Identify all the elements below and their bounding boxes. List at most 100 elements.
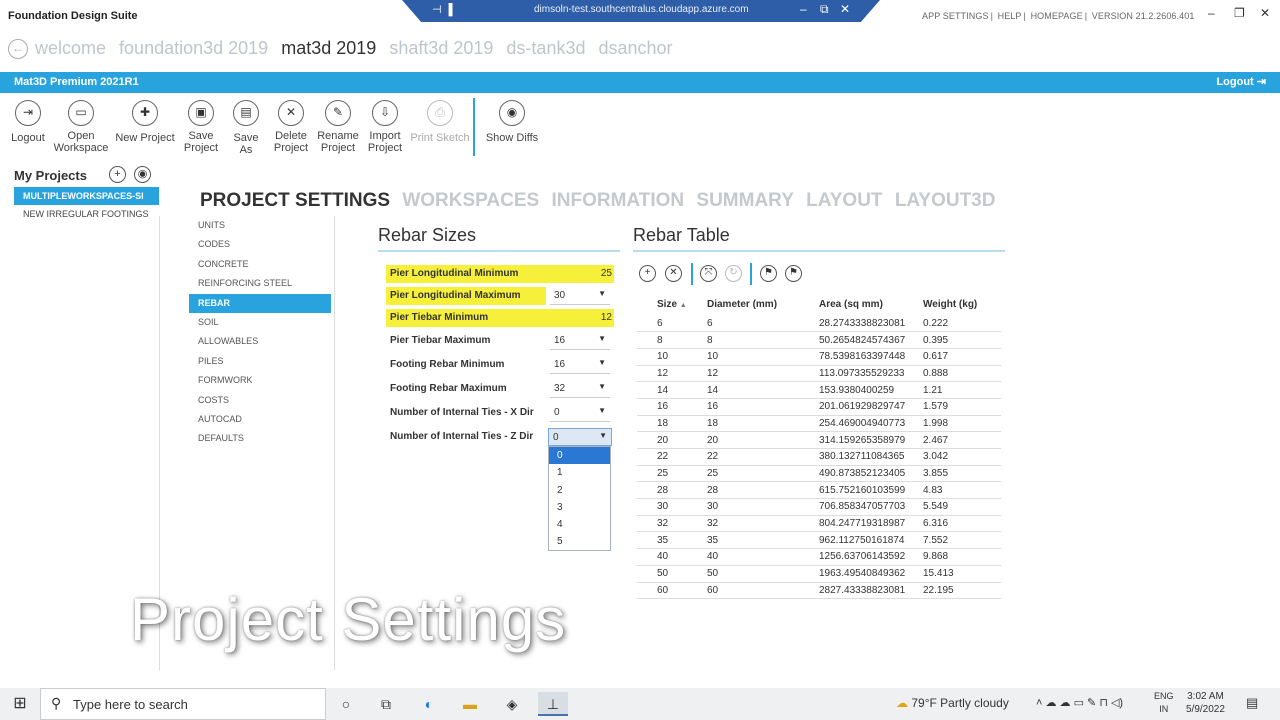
bookmark-right-icon[interactable]: ⚑: [785, 265, 802, 282]
table-row[interactable]: 14 14 153.9380400259 1.21: [637, 381, 1001, 399]
dropdown-option-0[interactable]: 0: [549, 447, 610, 465]
show-diffs-button[interactable]: ◉ Show Diffs: [484, 98, 540, 144]
view-icon[interactable]: ◉: [134, 166, 151, 183]
dropdown-option-4[interactable]: 4: [549, 516, 610, 533]
settings-item-costs[interactable]: COSTS: [189, 391, 331, 410]
settings-item-reinforcing-steel[interactable]: REINFORCING STEEL: [189, 274, 331, 293]
bookmark-left-icon[interactable]: ⚑: [760, 265, 777, 282]
table-row[interactable]: 12 12 113.097335529233 0.888: [637, 365, 1001, 383]
footing-rebar-maximum-dropdown[interactable]: 32 ▼: [550, 380, 610, 398]
table-row[interactable]: 18 18 254.469004940773 1.998: [637, 415, 1001, 433]
edge-browser-icon[interactable]: ◐: [417, 692, 441, 716]
settings-item-units[interactable]: UNITS: [189, 216, 331, 235]
back-arrow-icon[interactable]: ←: [8, 39, 28, 59]
notification-icon[interactable]: ▤: [1246, 695, 1258, 711]
add-icon[interactable]: +: [639, 265, 656, 282]
task-view-icon[interactable]: ⧉: [374, 692, 398, 716]
import-project-button[interactable]: ⇩ Import Project: [364, 98, 406, 154]
foundation-app-icon[interactable]: ⊥: [538, 692, 568, 716]
add-project-icon[interactable]: +: [109, 166, 126, 183]
settings-item-rebar[interactable]: REBAR: [189, 293, 331, 313]
app-tab-welcome[interactable]: welcome: [35, 38, 106, 58]
app-settings-link[interactable]: APP SETTINGS: [922, 11, 989, 21]
logout-link[interactable]: Logout ⇥: [1216, 75, 1266, 88]
footing-rebar-minimum-dropdown[interactable]: 16 ▼: [550, 356, 610, 374]
tab-workspaces[interactable]: WORKSPACES: [402, 190, 539, 211]
pier-tiebar-minimum-input[interactable]: 12: [601, 312, 612, 323]
settings-item-piles[interactable]: PILES: [189, 352, 331, 371]
pier-longitudinal-minimum-input[interactable]: 25: [601, 268, 612, 279]
rename-project-button[interactable]: ✎ Rename Project: [316, 98, 360, 154]
table-row[interactable]: 60 60 2827.43338823081 22.195: [637, 582, 1001, 600]
weather-widget[interactable]: ☁ 79°F Partly cloudy: [896, 696, 1009, 710]
table-row[interactable]: 10 10 78.5398163397448 0.617: [637, 348, 1001, 366]
taskbar-search[interactable]: ⚲ Type here to search: [40, 688, 326, 720]
system-tray[interactable]: ˄ ☁ ☁ ▭ ✎ ⊓ ◁): [1036, 696, 1123, 709]
pin-icon[interactable]: ⊣ ▐: [432, 3, 452, 16]
settings-item-soil[interactable]: SOIL: [189, 313, 331, 332]
settings-item-defaults[interactable]: DEFAULTS: [189, 429, 331, 448]
project-item-new-irregular-footings[interactable]: NEW IRREGULAR FOOTINGS: [14, 205, 159, 223]
table-row[interactable]: 16 16 201.061929829747 1.579: [637, 398, 1001, 416]
save-project-button[interactable]: ▣ Save Project: [180, 98, 222, 154]
internal-ties-x-dropdown[interactable]: 0 ▼: [550, 404, 610, 422]
app-tab-shaft3d[interactable]: shaft3d 2019: [389, 38, 493, 58]
clock[interactable]: 3:02 AM 5/9/2022: [1186, 690, 1225, 716]
dropdown-option-3[interactable]: 3: [549, 499, 610, 516]
language-indicator[interactable]: ENG IN: [1154, 690, 1174, 716]
open-workspace-button[interactable]: ▭ Open Workspace: [52, 98, 110, 154]
pier-longitudinal-maximum-dropdown[interactable]: 30 ▼: [550, 287, 610, 305]
expand-icon[interactable]: ⤧: [700, 265, 717, 282]
table-row[interactable]: 40 40 1256.63706143592 9.868: [637, 548, 1001, 566]
remote-restore-icon[interactable]: ⧉: [820, 2, 829, 17]
remote-minimize-icon[interactable]: –: [800, 2, 807, 16]
column-header-diameter[interactable]: Diameter (mm): [705, 293, 817, 315]
tab-summary[interactable]: SUMMARY: [696, 190, 793, 211]
restore-icon[interactable]: ❐: [1234, 6, 1245, 20]
table-row[interactable]: 22 22 380.132711084365 3.042: [637, 448, 1001, 466]
minimize-icon[interactable]: –: [1208, 6, 1215, 20]
remote-close-icon[interactable]: ✕: [840, 2, 850, 16]
project-item-multipleworkspaces-si[interactable]: MULTIPLEWORKSPACES-SI: [14, 187, 159, 205]
app-tab-dsanchor[interactable]: dsanchor: [599, 38, 673, 58]
app-tab-ds-tank3d[interactable]: ds-tank3d: [506, 38, 585, 58]
logout-button[interactable]: ⇥ Logout: [8, 98, 48, 144]
homepage-link[interactable]: HOMEPAGE: [1031, 11, 1083, 21]
windows-start-icon[interactable]: ⊞: [0, 688, 40, 720]
close-icon[interactable]: ✕: [1260, 6, 1270, 20]
table-row[interactable]: 35 35 962.112750161874 7.552: [637, 531, 1001, 550]
dropdown-option-1[interactable]: 1: [549, 464, 610, 481]
remote-desktop-icon[interactable]: ◈: [500, 692, 524, 716]
settings-item-allowables[interactable]: ALLOWABLES: [189, 332, 331, 351]
table-row[interactable]: 50 50 1963.49540849362 15.413: [637, 565, 1001, 583]
column-header-area[interactable]: Area (sq mm): [817, 293, 921, 315]
table-row[interactable]: 32 32 804.247719318987 6.316: [637, 515, 1001, 533]
column-header-weight[interactable]: Weight (kg): [921, 293, 1001, 315]
new-project-button[interactable]: ✚ New Project: [114, 98, 176, 144]
file-explorer-icon[interactable]: ▬: [458, 692, 482, 716]
tab-layout3d[interactable]: LAYOUT3D: [895, 190, 996, 211]
table-row[interactable]: 8 8 50.2654824574367 0.395: [637, 331, 1001, 349]
help-link[interactable]: HELP: [998, 11, 1022, 21]
dropdown-option-2[interactable]: 2: [549, 482, 610, 499]
dropdown-option-5[interactable]: 5: [549, 533, 610, 550]
tab-layout[interactable]: LAYOUT: [806, 190, 882, 211]
refresh-icon[interactable]: ↻: [725, 265, 742, 282]
column-header-size[interactable]: Size ▲: [637, 293, 705, 315]
save-as-button[interactable]: ▤ Save As: [226, 98, 266, 156]
app-tab-mat3d[interactable]: mat3d 2019: [281, 38, 376, 58]
table-row[interactable]: 25 25 490.873852123405 3.855: [637, 465, 1001, 483]
remove-icon[interactable]: ✕: [665, 265, 682, 282]
pier-tiebar-maximum-dropdown[interactable]: 16 ▼: [550, 332, 610, 350]
app-tab-foundation3d[interactable]: foundation3d 2019: [119, 38, 268, 58]
table-row[interactable]: 28 28 615.752160103599 4.83: [637, 481, 1001, 500]
settings-item-codes[interactable]: CODES: [189, 235, 331, 254]
print-sketch-button[interactable]: ⎙ Print Sketch: [410, 98, 470, 144]
table-row[interactable]: 20 20 314.159265358979 2.467: [637, 431, 1001, 449]
settings-item-autocad[interactable]: AUTOCAD: [189, 410, 331, 429]
cortana-icon[interactable]: ○: [334, 692, 358, 716]
tab-information[interactable]: INFORMATION: [551, 190, 684, 211]
internal-ties-z-dropdown[interactable]: 0 ▼: [548, 428, 612, 446]
settings-item-concrete[interactable]: CONCRETE: [189, 255, 331, 274]
table-row[interactable]: 30 30 706.858347057703 5.549: [637, 498, 1001, 516]
